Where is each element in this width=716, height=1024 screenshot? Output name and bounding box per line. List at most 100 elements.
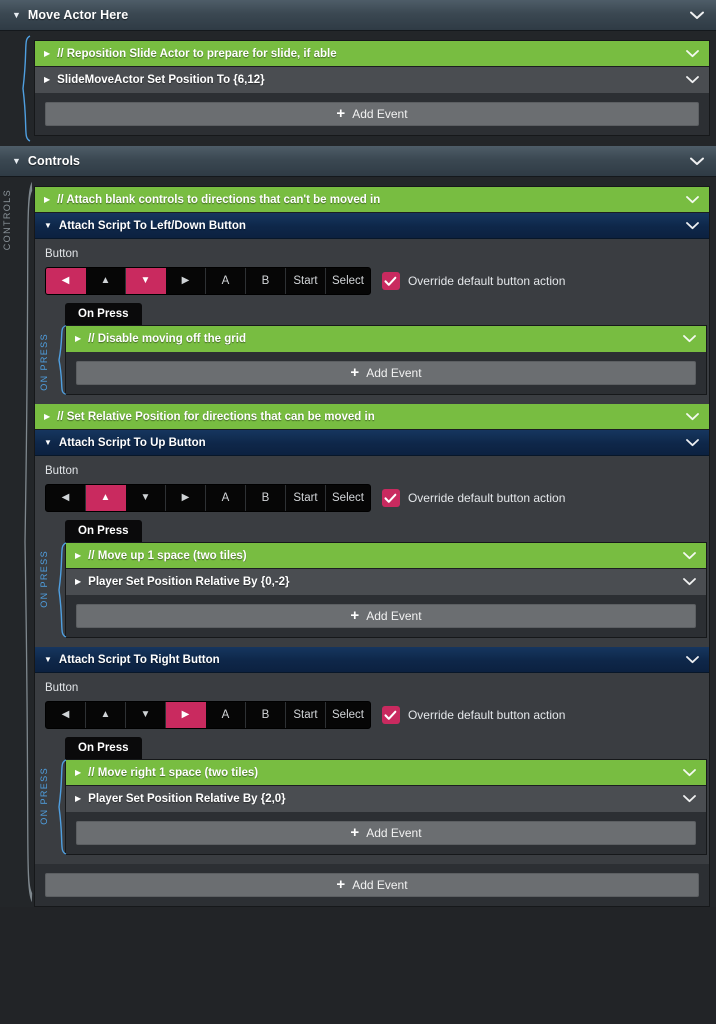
button-cell-label: A — [221, 275, 230, 287]
add-event-button[interactable]: + Add Event — [76, 361, 696, 385]
chevron-down-icon[interactable] — [683, 45, 701, 63]
button-cell-start[interactable]: Start — [286, 485, 326, 511]
button-cell-down[interactable]: ▼ — [126, 702, 166, 728]
button-cell-select[interactable]: Select — [326, 268, 370, 294]
expand-triangle-icon[interactable]: ▶ — [44, 49, 50, 58]
chevron-down-icon[interactable] — [683, 651, 701, 669]
expand-triangle-icon[interactable]: ▶ — [75, 551, 81, 560]
script-row-comment[interactable]: ▶ // Set Relative Position for direction… — [35, 404, 709, 430]
tab-on-press[interactable]: On Press — [65, 520, 142, 542]
chevron-down-icon[interactable] — [683, 434, 701, 452]
button-segmented-control[interactable]: ◀ ▲ ▼ ▶ A B Start Select — [45, 484, 371, 512]
expand-triangle-icon[interactable]: ▶ — [75, 578, 81, 586]
script-row-comment[interactable]: ▶ // Move up 1 space (two tiles) — [66, 543, 706, 569]
button-cell-left[interactable]: ◀ — [46, 268, 86, 294]
button-cell-b[interactable]: B — [246, 268, 286, 294]
button-cell-a[interactable]: A — [206, 485, 246, 511]
rail-brace — [19, 35, 32, 142]
section-header-move-actor-here[interactable]: ▼ Move Actor Here — [0, 0, 716, 31]
add-event-button[interactable]: + Add Event — [45, 873, 699, 897]
chevron-down-icon[interactable] — [683, 191, 701, 209]
add-event-label: Add Event — [352, 107, 408, 121]
expand-triangle-icon[interactable]: ▶ — [44, 195, 50, 204]
expand-triangle-icon[interactable]: ▶ — [75, 795, 81, 803]
button-cell-b[interactable]: B — [246, 485, 286, 511]
button-segmented-control[interactable]: ◀ ▲ ▼ ▶ A B Start Select — [45, 701, 371, 729]
section-header-controls[interactable]: ▼ Controls — [0, 146, 716, 177]
button-picker-form: Button ◀ ▲ ▼ ▶ A B Start Select Override… — [35, 673, 709, 737]
on-press-region: ON PRESS On Press ▶ // Move — [35, 520, 709, 647]
script-row-set-position-relative[interactable]: ▶ Player Set Position Relative By {2,0} — [66, 786, 706, 812]
button-cell-label: A — [221, 492, 230, 504]
collapse-triangle-icon[interactable]: ▼ — [44, 438, 52, 447]
collapse-triangle-icon[interactable]: ▼ — [44, 655, 52, 664]
chevron-down-icon[interactable] — [680, 330, 698, 348]
expand-triangle-icon[interactable]: ▶ — [75, 335, 81, 343]
collapse-triangle-icon[interactable]: ▼ — [12, 10, 21, 20]
on-press-tab-row: On Press — [35, 303, 709, 325]
override-default-button-action-checkbox[interactable]: Override default button action — [381, 489, 565, 507]
override-default-button-action-checkbox[interactable]: Override default button action — [381, 706, 565, 724]
attach-script-header-left-down[interactable]: ▼ Attach Script To Left/Down Button — [35, 213, 709, 239]
button-cell-up[interactable]: ▲ — [86, 702, 126, 728]
button-cell-label: Start — [293, 275, 318, 287]
override-default-button-action-checkbox[interactable]: Override default button action — [381, 272, 565, 290]
script-editor-panel: ▼ Move Actor Here ▶ // Reposition Slide … — [0, 0, 716, 1024]
chevron-down-icon[interactable] — [688, 6, 706, 24]
button-cell-left[interactable]: ◀ — [46, 702, 86, 728]
button-cell-up[interactable]: ▲ — [86, 268, 126, 294]
tab-on-press[interactable]: On Press — [65, 737, 142, 759]
attach-script-header-up[interactable]: ▼ Attach Script To Up Button — [35, 430, 709, 456]
tab-on-press[interactable]: On Press — [65, 303, 142, 325]
chevron-down-icon[interactable] — [680, 790, 698, 808]
chevron-down-icon[interactable] — [683, 71, 701, 89]
chevron-down-icon[interactable] — [680, 547, 698, 565]
expand-triangle-icon[interactable]: ▶ — [75, 768, 81, 777]
plus-icon: + — [336, 876, 346, 893]
chevron-down-icon[interactable] — [688, 152, 706, 170]
collapse-triangle-icon[interactable]: ▼ — [12, 156, 21, 166]
script-row-comment[interactable]: ▶ // Disable moving off the grid — [66, 326, 706, 352]
rail-label-on-press: ON PRESS — [39, 767, 49, 825]
script-row-label: // Disable moving off the grid — [88, 333, 246, 345]
chevron-down-icon[interactable] — [680, 764, 698, 782]
script-row-set-position[interactable]: ▶ SlideMoveActor Set Position To {6,12} — [35, 67, 709, 93]
button-cell-up[interactable]: ▲ — [86, 485, 126, 511]
button-cell-select[interactable]: Select — [326, 702, 370, 728]
button-cell-start[interactable]: Start — [286, 702, 326, 728]
script-row-comment[interactable]: ▶ // Reposition Slide Actor to prepare f… — [35, 41, 709, 67]
button-segmented-control[interactable]: ◀ ▲ ▼ ▶ A B Start Select — [45, 267, 371, 295]
chevron-down-icon[interactable] — [680, 573, 698, 591]
expand-triangle-icon[interactable]: ▶ — [44, 76, 50, 84]
button-cell-right[interactable]: ▶ — [166, 702, 206, 728]
add-event-button[interactable]: + Add Event — [45, 102, 699, 126]
rail-label-on-press: ON PRESS — [39, 550, 49, 608]
button-cell-right[interactable]: ▶ — [166, 485, 206, 511]
checkbox-checked-icon — [381, 706, 400, 724]
script-rail-move-actor — [0, 31, 34, 146]
button-cell-left[interactable]: ◀ — [46, 485, 86, 511]
chevron-down-icon[interactable] — [683, 408, 701, 426]
script-row-label: // Move up 1 space (two tiles) — [88, 549, 247, 562]
script-row-set-position-relative[interactable]: ▶ Player Set Position Relative By {0,-2} — [66, 569, 706, 595]
button-cell-a[interactable]: A — [206, 702, 246, 728]
button-cell-right[interactable]: ▶ — [166, 268, 206, 294]
collapse-triangle-icon[interactable]: ▼ — [44, 221, 52, 230]
button-cell-down[interactable]: ▼ — [126, 268, 166, 294]
script-block-controls: ▶ // Attach blank controls to directions… — [34, 186, 710, 907]
script-row-comment[interactable]: ▶ // Move right 1 space (two tiles) — [66, 760, 706, 786]
script-row-label: // Move right 1 space (two tiles) — [88, 766, 259, 779]
button-cell-select[interactable]: Select — [326, 485, 370, 511]
button-cell-start[interactable]: Start — [286, 268, 326, 294]
button-cell-a[interactable]: A — [206, 268, 246, 294]
expand-triangle-icon[interactable]: ▶ — [44, 412, 50, 421]
add-event-button[interactable]: + Add Event — [76, 604, 696, 628]
chevron-down-icon[interactable] — [683, 217, 701, 235]
section-body-move-actor-here: ▶ // Reposition Slide Actor to prepare f… — [0, 31, 716, 146]
button-cell-b[interactable]: B — [246, 702, 286, 728]
add-event-button[interactable]: + Add Event — [76, 821, 696, 845]
script-rail-on-press: ON PRESS — [35, 542, 69, 638]
script-row-comment[interactable]: ▶ // Attach blank controls to directions… — [35, 187, 709, 213]
attach-script-header-right[interactable]: ▼ Attach Script To Right Button — [35, 647, 709, 673]
button-cell-down[interactable]: ▼ — [126, 485, 166, 511]
